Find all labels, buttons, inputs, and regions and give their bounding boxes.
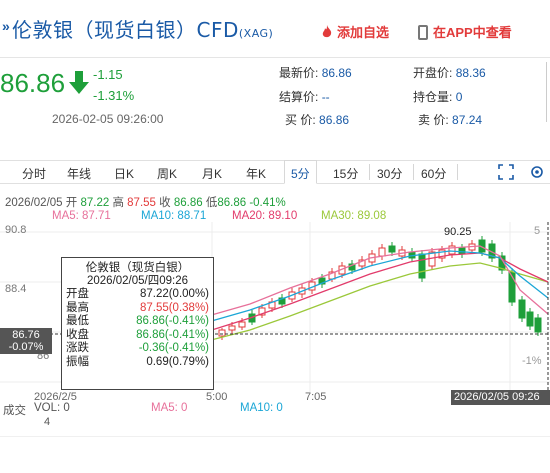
volume-value: VOL: 0	[34, 402, 70, 414]
candle-body	[238, 321, 246, 328]
arrow-down-icon	[69, 71, 89, 94]
flame-icon	[322, 25, 332, 38]
buy-price-info: 买 价: 86.86	[285, 113, 350, 127]
tooltip-datetime: 2026/02/05/四09:26	[86, 275, 189, 287]
crosshair-time-box: 2026/02/05 09:26	[451, 390, 550, 405]
tab-separator	[369, 164, 370, 180]
tooltip-row: 振幅 0.69(0.79%)	[66, 356, 209, 370]
open-price-info: 开盘价: 88.36	[413, 66, 486, 80]
tooltip-row: 最低 86.86(-0.41%)	[66, 315, 209, 329]
tab-60min[interactable]: 60分	[421, 165, 446, 182]
candle-body	[218, 329, 226, 337]
tab-nianxian[interactable]: 年线	[67, 165, 91, 182]
ma30-line	[169, 262, 549, 349]
tab-yearly-k[interactable]: 年K	[246, 165, 266, 182]
tab-15min[interactable]: 15分	[333, 165, 358, 182]
price-change: -1.15	[93, 67, 123, 82]
candle-body	[388, 245, 396, 253]
add-favorite-button[interactable]: 添加自选	[320, 22, 389, 41]
candle-body	[418, 253, 426, 279]
settle-price-info: 结算价: --	[279, 90, 330, 104]
tab-separator	[457, 164, 458, 180]
candle-body	[228, 325, 236, 331]
right-axis-top: 5	[534, 225, 540, 237]
tooltip-row-label: 最低	[66, 315, 89, 327]
tooltip-row-value: -0.36(-0.41%)	[138, 342, 209, 354]
tab-30min[interactable]: 30分	[377, 165, 402, 182]
tab-weekly-k[interactable]: 周K	[157, 165, 177, 182]
tab-separator	[413, 164, 414, 180]
quote-time: 2026-02-05 09:26:00	[52, 112, 164, 126]
settings-icon[interactable]	[529, 164, 545, 180]
ma10-label: MA10: 88.71	[141, 210, 207, 222]
tooltip-row-label: 收盘	[66, 328, 89, 341]
position-info: 持仓量: 0	[413, 90, 463, 104]
candle-body	[534, 317, 542, 333]
crosshair-price-box: 86.76 -0.07%	[0, 328, 52, 354]
tooltip-row-value: 0.69(0.79%)	[146, 355, 209, 368]
current-price: 86.86	[0, 68, 66, 98]
candle-body	[458, 247, 466, 255]
volume-divider	[0, 436, 550, 437]
volume-count: 4	[44, 416, 51, 428]
ma5-label: MA5: 87.71	[52, 210, 111, 222]
candle-tooltip: 伦敦银（现货白银） 2026/02/05/四09:26 开盘 87.22(0.00…	[61, 257, 214, 390]
tooltip-title: 伦敦银（现货白银）	[85, 262, 190, 274]
period-tabs: 分时 年线 日K 周K 月K 年K 5分 15分 30分 60分	[0, 160, 550, 184]
y-tick-top: 90.8	[5, 224, 27, 236]
tooltip-row: 收盘 86.86(-0.41%)	[66, 329, 209, 343]
tooltip-row: 涨跌 -0.36(-0.41%)	[66, 342, 209, 356]
ma20-label: MA20: 89.10	[232, 210, 298, 222]
tab-5min[interactable]: 5分	[284, 160, 317, 184]
tab-monthly-k[interactable]: 月K	[202, 165, 222, 182]
page-title: 伦敦银（现货白银）CFD(XAG)	[12, 18, 274, 42]
tooltip-row-label: 振幅	[66, 355, 89, 368]
title-code: (XAG)	[238, 27, 274, 40]
peak-label: 90.25	[444, 226, 472, 238]
volume-ma5: MA5: 0	[151, 402, 188, 414]
ohlc-summary: 2026/02/05 开 87.22 高 87.55 收 86.86 低86.8…	[5, 197, 286, 209]
tooltip-row-value: 87.22(0.00%)	[139, 288, 209, 300]
chevron-right-icon: »	[2, 18, 10, 34]
phone-icon	[418, 25, 428, 40]
tooltip-row-label: 最高	[66, 301, 89, 314]
view-in-app-button[interactable]: 在APP中查看	[418, 22, 512, 41]
tooltip-row-value: 86.86(-0.41%)	[136, 315, 209, 327]
price-change-pct: -1.31%	[93, 88, 135, 103]
info-edge	[546, 62, 550, 122]
tooltip-row-value: 86.86(-0.41%)	[136, 328, 209, 341]
tooltip-row: 最高 87.55(0.38%)	[66, 302, 209, 316]
sell-price-info: 卖 价: 87.24	[418, 113, 483, 127]
tooltip-row-value: 87.55(0.38%)	[139, 301, 209, 314]
x-tick-1: 5:00	[206, 391, 228, 403]
header: » 伦敦银（现货白银）CFD(XAG) 添加自选 在APP中查看	[0, 0, 550, 58]
y-tick-mid: 88.4	[5, 283, 27, 295]
tab-daily-k[interactable]: 日K	[114, 165, 134, 182]
volume-label: 成交	[3, 405, 26, 417]
fullscreen-icon[interactable]	[498, 164, 514, 180]
x-tick-2: 7:05	[305, 391, 327, 403]
tooltip-row: 开盘 87.22(0.00%)	[66, 288, 209, 302]
tab-fenshi[interactable]: 分时	[22, 165, 46, 182]
candle-body	[526, 311, 534, 327]
ma30-label: MA30: 89.08	[321, 210, 387, 222]
tooltip-row-label: 涨跌	[66, 342, 89, 354]
tooltip-row-label: 开盘	[66, 288, 89, 300]
latest-price-info: 最新价: 86.86	[279, 66, 352, 80]
candle-body	[518, 299, 526, 319]
right-axis-low: -1%	[522, 355, 542, 367]
volume-ma10: MA10: 0	[240, 402, 283, 414]
candle-body	[378, 247, 386, 257]
